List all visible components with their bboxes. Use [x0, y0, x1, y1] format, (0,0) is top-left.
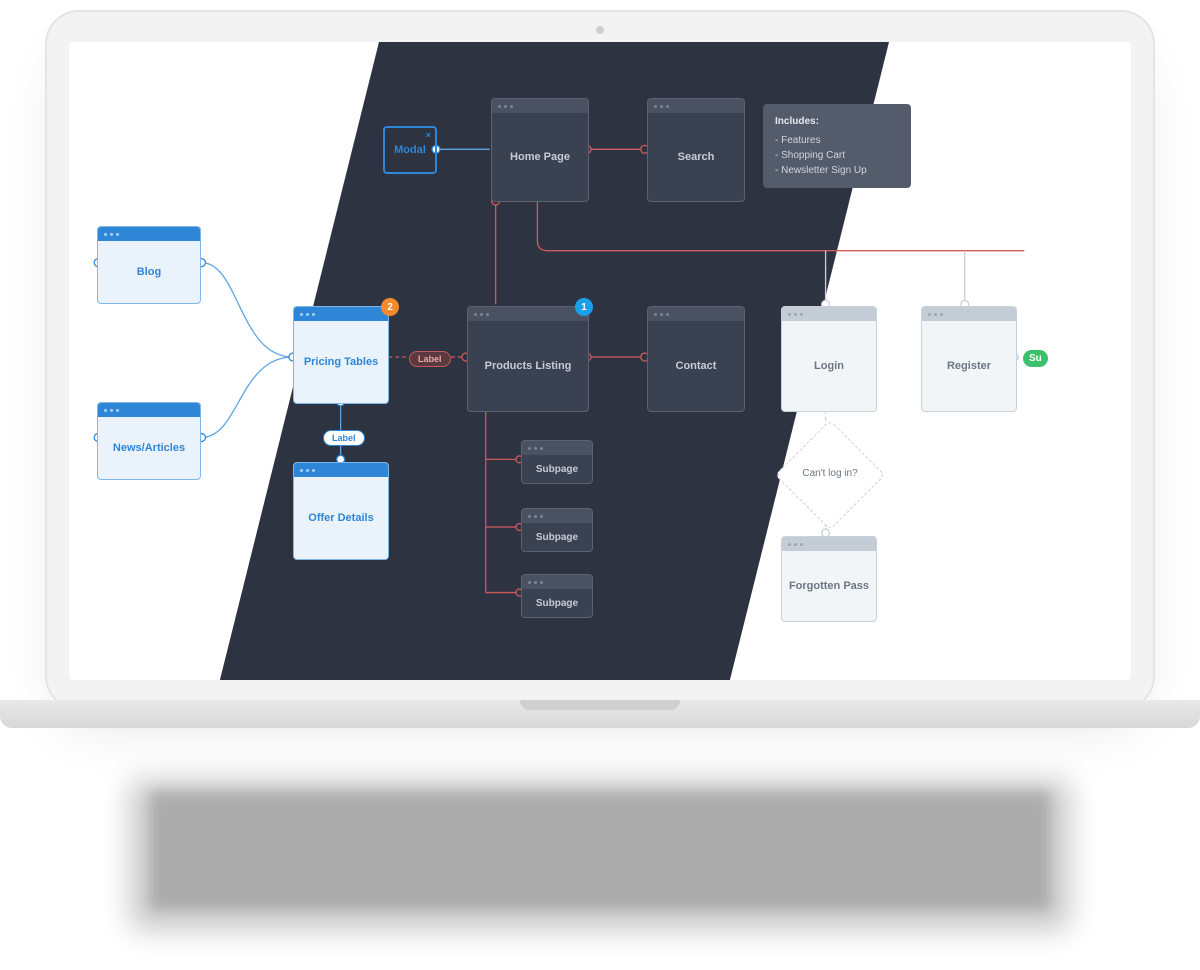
- node-label: Subpage: [522, 455, 592, 483]
- laptop-base: [0, 700, 1200, 728]
- node-label: Forgotten Pass: [782, 551, 876, 621]
- camera-dot: [596, 26, 604, 34]
- node-news-articles[interactable]: News/Articles: [97, 402, 201, 480]
- node-forgotten-pass[interactable]: Forgotten Pass: [781, 536, 877, 622]
- node-label: Products Listing: [468, 321, 588, 411]
- node-label: Home Page: [492, 113, 588, 201]
- node-label: Register: [922, 321, 1016, 411]
- node-label: Contact: [648, 321, 744, 411]
- node-contact[interactable]: Contact: [647, 306, 745, 412]
- status-pill-green[interactable]: Su: [1023, 350, 1048, 367]
- node-search[interactable]: Search: [647, 98, 745, 202]
- screen: × Modal Blog News/Articles Pricing Table…: [69, 42, 1131, 680]
- window-dots-icon: [782, 537, 876, 551]
- node-label: Search: [648, 113, 744, 201]
- window-dots-icon: [522, 441, 592, 455]
- node-modal[interactable]: × Modal: [383, 126, 437, 174]
- connector-label-pill[interactable]: Label: [323, 430, 365, 446]
- diagram-canvas[interactable]: × Modal Blog News/Articles Pricing Table…: [69, 42, 1131, 680]
- decision-label: Can't log in?: [785, 468, 875, 479]
- node-subpage-3[interactable]: Subpage: [521, 574, 593, 618]
- window-dots-icon: [98, 403, 200, 417]
- window-dots-icon: [522, 509, 592, 523]
- badge-count-orange[interactable]: 2: [381, 298, 399, 316]
- node-label: Subpage: [522, 589, 592, 617]
- window-dots-icon: [98, 227, 200, 241]
- node-offer-details[interactable]: Offer Details: [293, 462, 389, 560]
- node-blog[interactable]: Blog: [97, 226, 201, 304]
- note-item: - Features: [775, 133, 899, 148]
- window-dots-icon: [522, 575, 592, 589]
- node-home-page[interactable]: Home Page: [491, 98, 589, 202]
- note-item: - Newsletter Sign Up: [775, 163, 899, 178]
- close-icon[interactable]: ×: [426, 130, 431, 140]
- node-pricing-tables[interactable]: Pricing Tables: [293, 306, 389, 404]
- node-label: Offer Details: [294, 477, 388, 559]
- window-dots-icon: [294, 307, 388, 321]
- note-item: - Shopping Cart: [775, 148, 899, 163]
- node-subpage-2[interactable]: Subpage: [521, 508, 593, 552]
- window-dots-icon: [648, 307, 744, 321]
- note-panel[interactable]: Includes: - Features - Shopping Cart - N…: [763, 104, 911, 188]
- node-login[interactable]: Login: [781, 306, 877, 412]
- window-dots-icon: [468, 307, 588, 321]
- window-dots-icon: [648, 99, 744, 113]
- node-register[interactable]: Register: [921, 306, 1017, 412]
- node-label: Blog: [98, 241, 200, 303]
- window-dots-icon: [922, 307, 1016, 321]
- shadow-reflection: [150, 790, 1050, 910]
- window-dots-icon: [294, 463, 388, 477]
- window-dots-icon: [782, 307, 876, 321]
- node-label: Subpage: [522, 523, 592, 551]
- node-products-listing[interactable]: Products Listing: [467, 306, 589, 412]
- window-dots-icon: [492, 99, 588, 113]
- node-label: News/Articles: [98, 417, 200, 479]
- badge-count-blue[interactable]: 1: [575, 298, 593, 316]
- node-label: Pricing Tables: [294, 321, 388, 403]
- note-title: Includes:: [775, 114, 899, 129]
- connector-label-pill[interactable]: Label: [409, 351, 451, 367]
- node-label: Login: [782, 321, 876, 411]
- laptop-frame: × Modal Blog News/Articles Pricing Table…: [45, 10, 1155, 710]
- node-subpage-1[interactable]: Subpage: [521, 440, 593, 484]
